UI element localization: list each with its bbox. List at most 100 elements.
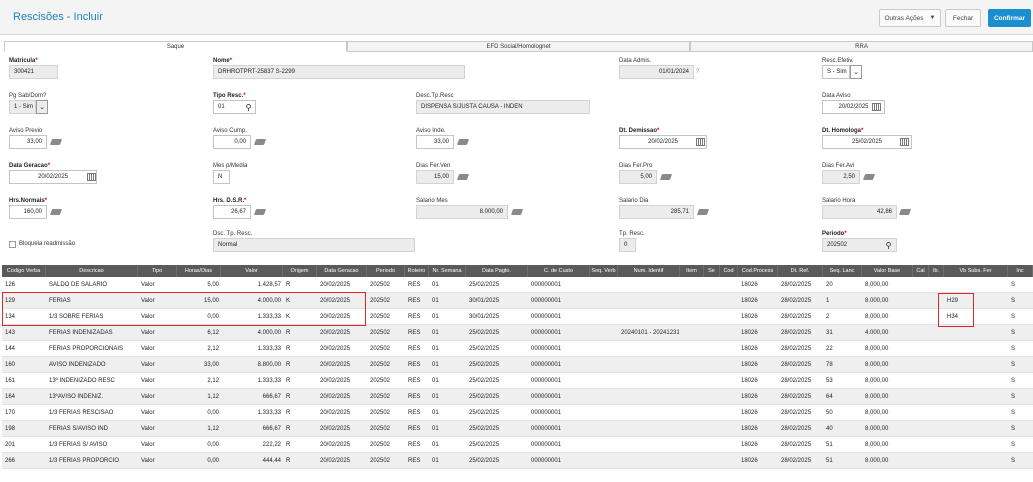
- table-row[interactable]: 144 FERIAS PROPORCIONAIS Valor 2,12 1.333,33…: [2, 341, 1033, 357]
- search-icon[interactable]: ⚲: [883, 240, 894, 250]
- grid-col-header[interactable]: Cod.Process: [738, 265, 778, 277]
- tab-saque[interactable]: Saque: [4, 41, 347, 52]
- calculator-icon[interactable]: [898, 207, 911, 217]
- search-icon[interactable]: ⚲: [243, 102, 254, 112]
- table-row[interactable]: 201 1/3 FERIAS S/ AVISO Valor 0,00 222,22 R 20…: [2, 437, 1033, 453]
- table-cell: 25/02/2025: [469, 426, 500, 432]
- table-cell: R: [286, 362, 291, 368]
- grid-col-header[interactable]: Data Pagto.: [466, 265, 528, 277]
- salario-hora-field[interactable]: 42,86: [822, 205, 897, 219]
- grid-col-header[interactable]: Seq. Lanc: [823, 265, 862, 277]
- grid-col-header[interactable]: Cod: [720, 265, 738, 277]
- calendar-icon[interactable]: [86, 172, 97, 182]
- table-cell: 30/01/2025: [469, 314, 500, 320]
- mes-p-media-field[interactable]: N: [213, 170, 230, 184]
- table-cell: 01: [432, 298, 439, 304]
- table-row[interactable]: 266 1/3 FERIAS PROPORCIO Valor 0,00 444,44 R 2…: [2, 453, 1033, 469]
- grid-col-header[interactable]: Data Geracao: [317, 265, 367, 277]
- outras-acoes-button[interactable]: Outras Ações ▼: [879, 9, 941, 27]
- data-admis-field[interactable]: 01/01/2024: [619, 65, 694, 79]
- grid-col-header[interactable]: Ib.: [929, 265, 944, 277]
- table-cell: 0,00: [207, 442, 219, 448]
- grid-col-header[interactable]: Nr. Semana: [429, 265, 466, 277]
- table-cell: [946, 453, 1007, 469]
- tab-rra[interactable]: RRA: [690, 41, 1033, 52]
- grid-col-header[interactable]: Dt. Ref.: [778, 265, 823, 277]
- calculator-icon[interactable]: [49, 137, 62, 147]
- data-geracao-field[interactable]: 20/02/2025: [9, 170, 97, 184]
- help-icon[interactable]: ?: [696, 69, 699, 75]
- confirmar-button[interactable]: Confirmar: [988, 9, 1031, 27]
- calculator-icon[interactable]: [510, 207, 523, 217]
- table-cell: [706, 277, 719, 293]
- chevron-down-icon[interactable]: ⌄: [850, 65, 862, 79]
- grid-col-header[interactable]: Inc: [1008, 265, 1033, 277]
- table-cell: Valor: [141, 330, 155, 336]
- grid-col-header[interactable]: Tipo: [138, 265, 177, 277]
- grid-col-header[interactable]: Valor: [221, 265, 283, 277]
- table-row[interactable]: 126 SALDO DE SALARIO Valor 5,00 1.428,57 R 20/…: [2, 277, 1033, 293]
- calendar-icon[interactable]: [871, 102, 882, 112]
- grid-col-header[interactable]: Se: [704, 265, 720, 277]
- table-row[interactable]: 143 FERIAS INDENIZADAS Valor 6,12 4.000,00 R 2…: [2, 325, 1033, 341]
- aviso-previo-field[interactable]: 33,00: [9, 135, 47, 149]
- grid-col-header[interactable]: Vb Subs. Fer: [944, 265, 1008, 277]
- calculator-icon[interactable]: [659, 172, 672, 182]
- table-cell: FERIAS PROPORCIONAIS: [49, 346, 124, 352]
- hrs-dsr-field[interactable]: 26,67: [213, 205, 251, 219]
- calendar-icon[interactable]: [695, 137, 706, 147]
- calculator-icon[interactable]: [456, 137, 469, 147]
- salario-mes-field[interactable]: 8.000,00: [416, 205, 508, 219]
- table-cell: [592, 341, 617, 357]
- fechar-button[interactable]: Fechar: [945, 9, 981, 27]
- grid-col-header[interactable]: Roteiro: [405, 265, 429, 277]
- calculator-icon[interactable]: [253, 137, 266, 147]
- grid-col-header[interactable]: Origem: [283, 265, 317, 277]
- dias-fer-pro-field[interactable]: 5,00: [619, 170, 657, 184]
- aviso-cump-field[interactable]: 0,00: [213, 135, 251, 149]
- calendar-icon[interactable]: [899, 137, 910, 147]
- dias-fer-avi-field[interactable]: 2,50: [822, 170, 860, 184]
- grid-col-header[interactable]: Item: [680, 265, 704, 277]
- pg-sab-dom-select[interactable]: 1 - Sim: [9, 100, 36, 114]
- table-cell: 18026: [741, 298, 758, 304]
- table-row[interactable]: 164 13ºAVISO INDENIZ. Valor 1,12 666,67 R 20/0…: [2, 389, 1033, 405]
- grid-col-header[interactable]: Seq. Verb: [590, 265, 618, 277]
- table-row[interactable]: 198 FERIAS S/AVISO IND Valor 1,12 666,67 R 20/…: [2, 421, 1033, 437]
- chevron-down-icon[interactable]: ⌄: [36, 100, 48, 114]
- dsc-tp-resc-field[interactable]: Normal: [213, 238, 415, 252]
- salario-dia-field[interactable]: 285,71: [619, 205, 694, 219]
- matricula-field[interactable]: 300421: [9, 65, 58, 79]
- tab-efd-social[interactable]: EFD Social/Homolognet: [347, 41, 690, 52]
- grid-col-header[interactable]: Cal: [913, 265, 929, 277]
- table-cell: [682, 373, 703, 389]
- calculator-icon[interactable]: [456, 172, 469, 182]
- bloqueia-readmissao-checkbox[interactable]: [9, 241, 16, 248]
- table-cell: 25/02/2025: [469, 378, 500, 384]
- calculator-icon[interactable]: [862, 172, 875, 182]
- table-cell: 143: [5, 330, 16, 336]
- table-cell: S: [1011, 394, 1016, 400]
- calculator-icon[interactable]: [253, 207, 266, 217]
- aviso-inde-field[interactable]: 33,00: [416, 135, 454, 149]
- grid-col-header[interactable]: Codigo Verba: [2, 265, 46, 277]
- dt-demissao-field[interactable]: 20/02/2025: [619, 135, 707, 149]
- table-cell: [706, 341, 719, 357]
- tp-resc-field[interactable]: 0: [619, 238, 636, 252]
- grid-col-header[interactable]: C. de Custo: [528, 265, 590, 277]
- dias-fer-ven-field[interactable]: 15,00: [416, 170, 454, 184]
- nome-field[interactable]: DRHROTPRT-25837 S-2299: [213, 65, 465, 79]
- table-row[interactable]: 160 AVISO INDENIZADO Valor 33,00 8.800,00 R 20…: [2, 357, 1033, 373]
- grid-col-header[interactable]: Descricao: [46, 265, 138, 277]
- calculator-icon[interactable]: [696, 207, 709, 217]
- grid-col-header[interactable]: Horas/Dias: [177, 265, 221, 277]
- table-row[interactable]: 170 1/3 FERIAS RESCISAO Valor 0,00 1.333,33 R…: [2, 405, 1033, 421]
- resc-efetiv-select[interactable]: S - Sim: [822, 65, 850, 79]
- calculator-icon[interactable]: [49, 207, 62, 217]
- hrs-normais-field[interactable]: 160,00: [9, 205, 47, 219]
- grid-col-header[interactable]: Periodo: [367, 265, 405, 277]
- table-row[interactable]: 161 13º INDENIZADO RESC Valor 2,12 1.333,33 R…: [2, 373, 1033, 389]
- grid-col-header[interactable]: Valor Base: [862, 265, 913, 277]
- desc-tp-resc-field[interactable]: DISPENSA S/JUSTA CAUSA - INDEN: [416, 100, 590, 114]
- grid-col-header[interactable]: Num. Identif: [618, 265, 680, 277]
